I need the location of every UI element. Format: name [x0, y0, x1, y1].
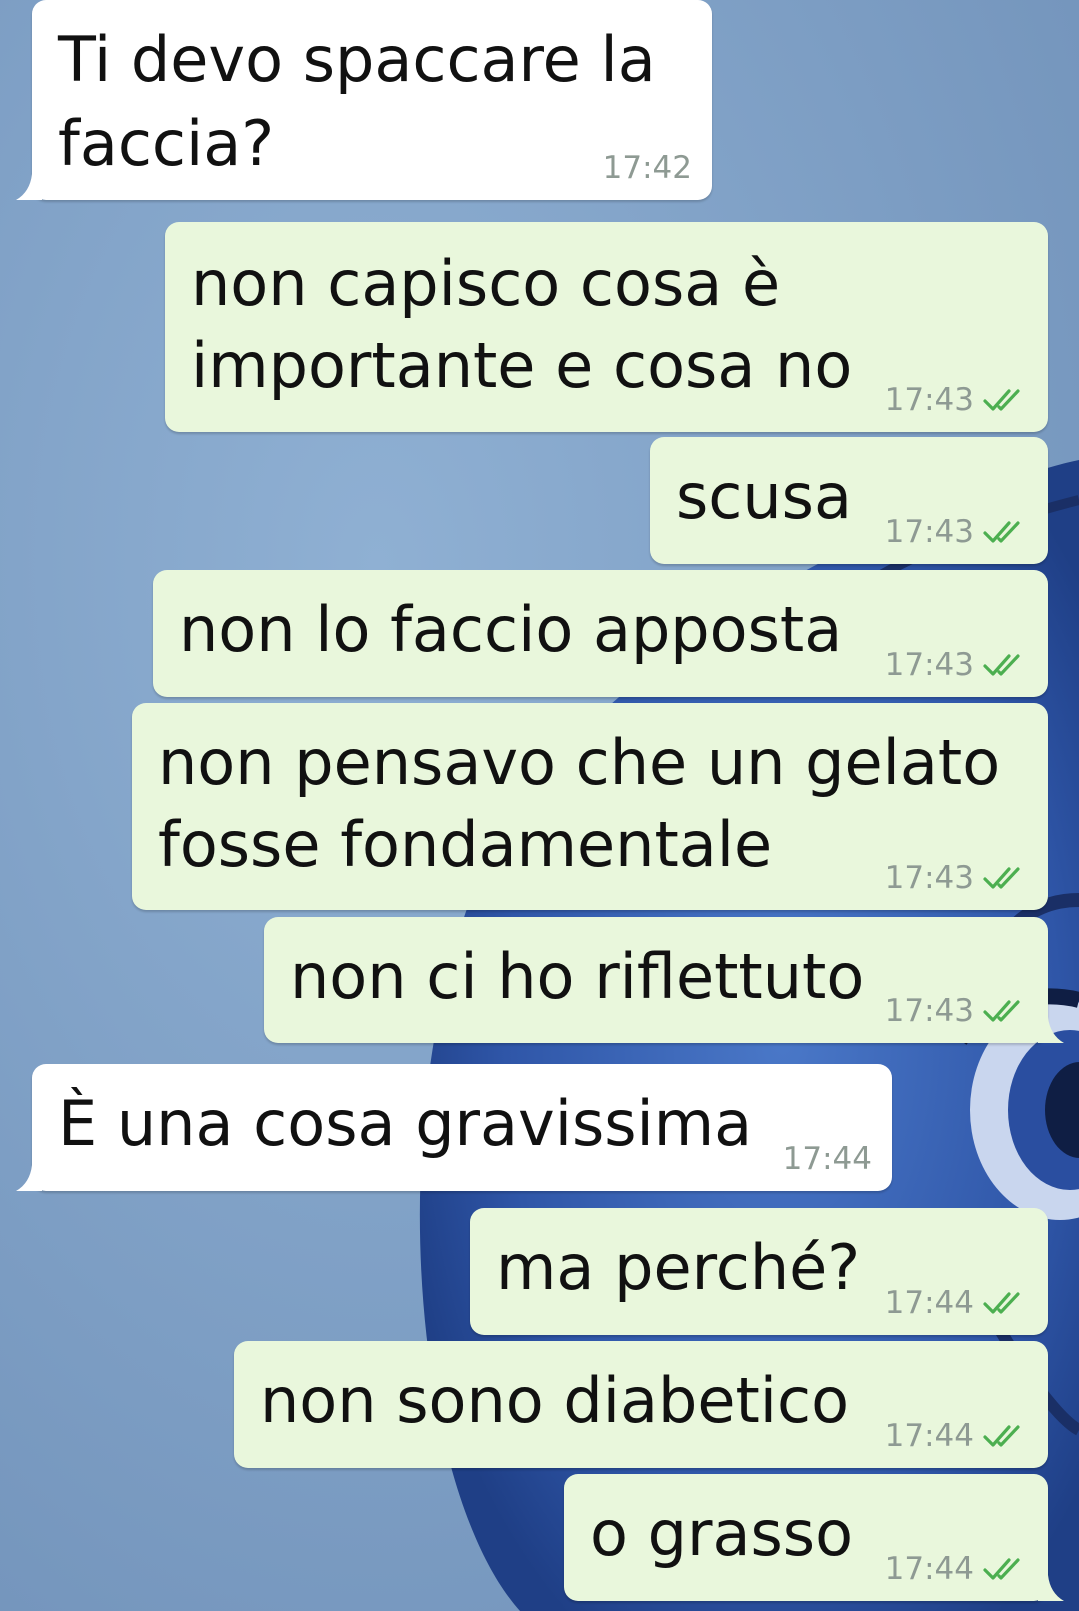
- read-ticks-icon: [983, 867, 1020, 889]
- bubble-tail-icon: [16, 174, 42, 200]
- message-time: 17:43: [884, 382, 974, 418]
- message-time: 17:43: [884, 993, 974, 1029]
- message-bubble-outgoing[interactable]: non pensavo che un gelato fosse fondamen…: [132, 703, 1048, 910]
- message-time: 17:43: [884, 860, 974, 896]
- message-time: 17:44: [884, 1285, 974, 1321]
- message-time: 17:42: [602, 150, 692, 186]
- message-bubble-outgoing[interactable]: non lo faccio apposta 17:43: [153, 570, 1048, 697]
- message-meta: 17:43: [885, 993, 1028, 1029]
- message-text-line: È una cosa gravissima: [58, 1087, 753, 1160]
- message-bubble-outgoing[interactable]: scusa 17:43: [650, 437, 1048, 564]
- message-text-line: faccia?: [58, 107, 275, 180]
- message-text-line: Ti devo spaccare la: [58, 23, 656, 96]
- read-ticks-icon: [983, 389, 1020, 411]
- message-time: 17:44: [884, 1418, 974, 1454]
- message-text-line: non pensavo che un gelato: [158, 726, 1001, 799]
- message-bubble-outgoing[interactable]: o grasso 17:44: [564, 1474, 1064, 1601]
- message-meta: 17:43: [885, 647, 1028, 683]
- message-meta: 17:43: [885, 382, 1028, 418]
- message-bubble-incoming[interactable]: Ti devo spaccare la faccia? 17:42: [16, 0, 712, 200]
- message-time: 17:44: [782, 1141, 872, 1177]
- bubble-tail-icon: [1038, 1575, 1064, 1601]
- message-meta: 17:42: [603, 150, 692, 186]
- read-ticks-icon: [983, 1425, 1020, 1447]
- message-bubble-incoming[interactable]: È una cosa gravissima 17:44: [16, 1064, 892, 1191]
- message-time: 17:44: [884, 1551, 974, 1587]
- bubble-tail-icon: [1038, 1017, 1064, 1043]
- message-text-line: non capisco cosa è: [191, 247, 781, 320]
- message-meta: 17:43: [885, 860, 1028, 896]
- message-text-line: ma perché?: [496, 1231, 861, 1304]
- message-bubble-outgoing[interactable]: non capisco cosa è importante e cosa no …: [165, 222, 1048, 432]
- read-ticks-icon: [983, 1000, 1020, 1022]
- message-text-line: non lo faccio apposta: [179, 593, 843, 666]
- message-bubble-outgoing[interactable]: non ci ho riflettuto 17:43: [264, 917, 1064, 1043]
- message-text-line: importante e cosa no: [191, 329, 853, 402]
- message-time: 17:43: [884, 514, 974, 550]
- read-ticks-icon: [983, 1292, 1020, 1314]
- message-bubble-outgoing[interactable]: non sono diabetico 17:44: [234, 1341, 1048, 1468]
- message-time: 17:43: [884, 647, 974, 683]
- message-text-line: o grasso: [590, 1497, 854, 1570]
- read-ticks-icon: [983, 521, 1020, 543]
- message-meta: 17:44: [783, 1141, 872, 1177]
- message-meta: 17:44: [885, 1551, 1028, 1587]
- read-ticks-icon: [983, 654, 1020, 676]
- message-text-line: non ci ho riflettuto: [290, 940, 865, 1013]
- message-bubble-outgoing[interactable]: ma perché? 17:44: [470, 1208, 1048, 1335]
- bubble-tail-icon: [16, 1165, 42, 1191]
- message-text-line: scusa: [676, 460, 852, 533]
- message-meta: 17:44: [885, 1285, 1028, 1321]
- read-ticks-icon: [983, 1558, 1020, 1580]
- message-meta: 17:43: [885, 514, 1028, 550]
- message-text-line: fosse fondamentale: [158, 808, 773, 881]
- message-meta: 17:44: [885, 1418, 1028, 1454]
- message-text-line: non sono diabetico: [260, 1364, 850, 1437]
